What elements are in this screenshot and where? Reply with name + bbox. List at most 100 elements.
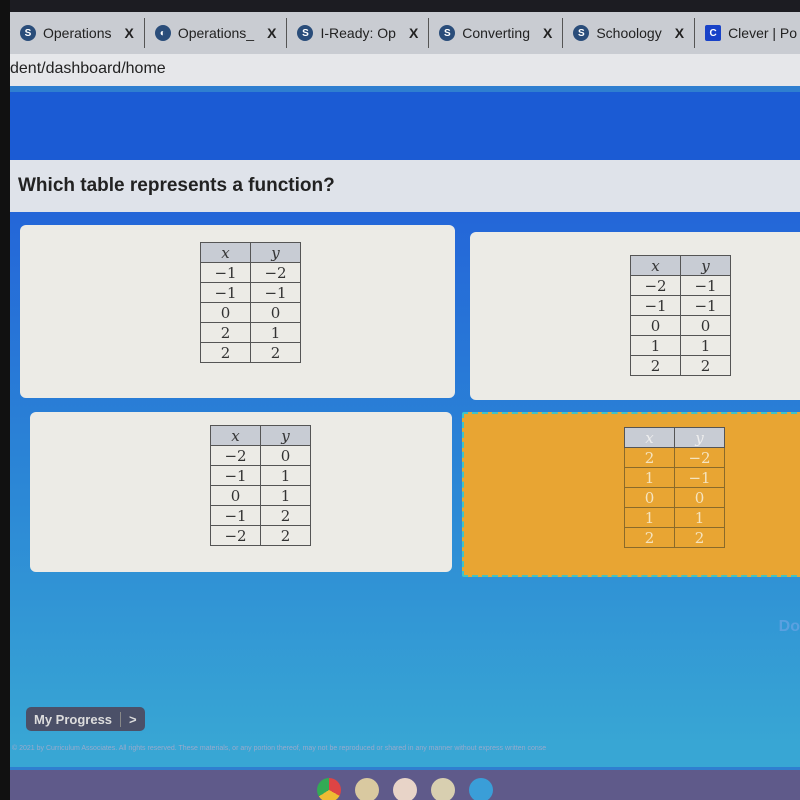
y-cell: 0 [674,487,725,508]
option-card-4[interactable]: x y 2 −2 1 −1 0 0 1 1 2 2 [462,412,800,577]
x-cell: 0 [200,302,251,323]
close-icon[interactable]: X [267,25,276,41]
tab-label: Clever | Po [728,25,798,41]
x-cell: 2 [200,342,251,363]
chevron-right-icon: > [120,711,145,727]
table-row: 2 −2 [624,447,725,468]
y-cell: 2 [260,525,311,546]
schoology-icon: S [20,25,36,41]
table-row: −1 1 [210,465,311,486]
close-icon[interactable]: X [675,25,684,41]
x-cell: 1 [624,467,675,488]
copyright-footer: © 2021 by Curriculum Associates. All rig… [10,745,800,767]
header-y: y [680,255,731,276]
tab-3[interactable]: S I-Ready: Op X [287,18,430,48]
y-cell: 2 [260,505,311,526]
x-cell: −1 [200,282,251,303]
table-row: −1 −1 [200,282,301,303]
done-button[interactable]: Do [779,618,800,636]
table-row: −1 2 [210,505,311,526]
table-row: 21 [200,322,301,343]
option-card-2[interactable]: x y −2 −1 −1 −1 0 0 1 1 2 2 [470,232,800,400]
docs-icon[interactable] [355,778,379,800]
x-cell: −2 [210,525,261,546]
tab-label: Schoology [596,25,662,41]
y-cell: 1 [250,322,301,343]
table-row: 00 [630,315,731,336]
address-bar[interactable]: dent/dashboard/home [10,54,800,86]
tab-5[interactable]: S Schoology X [563,18,696,48]
header-x: x [630,255,681,276]
y-cell: −1 [250,282,301,303]
tab-6[interactable]: C Clever | Po [695,18,800,48]
my-progress-button[interactable]: My Progress > [26,707,145,731]
my-progress-label: My Progress [34,711,113,727]
tab-label: Operations [43,25,112,41]
tab-label: Operations_ [177,25,255,41]
url: dent/dashboard/home [10,60,166,77]
x-cell: 1 [624,507,675,528]
option-card-3[interactable]: x y −2 0 −1 1 0 1 −1 2 −2 2 [30,412,452,572]
xy-table: x y 2 −2 1 −1 0 0 1 1 2 2 [624,427,725,548]
x-cell: 2 [200,322,251,343]
y-cell: 0 [680,315,731,336]
close-icon[interactable]: X [409,25,418,41]
x-cell: −1 [630,295,681,316]
table-row: 22 [200,342,301,363]
play-store-icon[interactable] [431,778,455,800]
taskbar [10,770,800,800]
x-cell: 1 [630,335,681,356]
tab-2[interactable]: ◐ Operations_ X [145,18,288,48]
close-icon[interactable]: X [543,25,552,41]
table-row: 00 [200,302,301,323]
x-cell: −1 [200,262,251,283]
answer-area: x y −1 −2 −1 −1 0 0 2 1 2 2 x y −2 −1 −1 −1 0 0 1 1 2 2 x y −2 0−… [10,212,800,745]
y-cell: 2 [680,355,731,376]
schoology-icon: S [439,25,456,41]
gmail-icon[interactable] [393,778,417,800]
y-cell: 1 [674,507,725,528]
tab-label: I-Ready: Op [320,25,396,41]
tab-1[interactable]: S Operations X [10,18,145,48]
header-x: x [200,242,251,263]
header-y: y [260,425,311,446]
header-y: y [674,427,725,448]
x-cell: −2 [630,275,681,296]
header-x: x [624,427,675,448]
table-row: −2 −1 [630,275,731,296]
files-icon[interactable] [469,778,493,800]
header-y: y [250,242,301,263]
y-cell: 1 [260,465,311,486]
table-row: 1 −1 [624,467,725,488]
x-cell: 2 [624,527,675,548]
tab-4[interactable]: S Converting X [429,18,564,48]
y-cell: −1 [674,467,725,488]
table-row: 22 [624,527,725,548]
xy-table: x y −2 −1 −1 −1 0 0 1 1 2 2 [630,255,731,376]
table-row: 11 [624,507,725,528]
x-cell: −2 [210,445,261,466]
x-cell: 0 [210,485,261,506]
xy-table: x y −1 −2 −1 −1 0 0 2 1 2 2 [200,242,301,363]
x-cell: 2 [630,355,681,376]
close-icon[interactable]: X [124,25,133,41]
chrome-icon[interactable] [317,778,341,800]
y-cell: 1 [260,485,311,506]
tab-bar: S Operations X ◐ Operations_ X S I-Ready: Op X S C… [10,12,800,54]
globe-icon: ◐ [154,25,171,41]
table-row: −2 2 [210,525,311,546]
y-cell: 1 [680,335,731,356]
table-row: 00 [624,487,725,508]
table-row: 01 [210,485,311,506]
option-card-1[interactable]: x y −1 −2 −1 −1 0 0 2 1 2 2 [20,225,455,398]
xy-table: x y −2 0 −1 1 0 1 −1 2 −2 2 [210,425,311,546]
table-row: −1 −2 [200,262,301,283]
window-top [10,0,800,12]
y-cell: −1 [680,275,731,296]
y-cell: 0 [260,445,311,466]
table-row: −2 0 [210,445,311,466]
x-cell: −1 [210,465,261,486]
table-row: −1 −1 [630,295,731,316]
y-cell: −2 [674,447,725,468]
y-cell: −2 [250,262,301,283]
